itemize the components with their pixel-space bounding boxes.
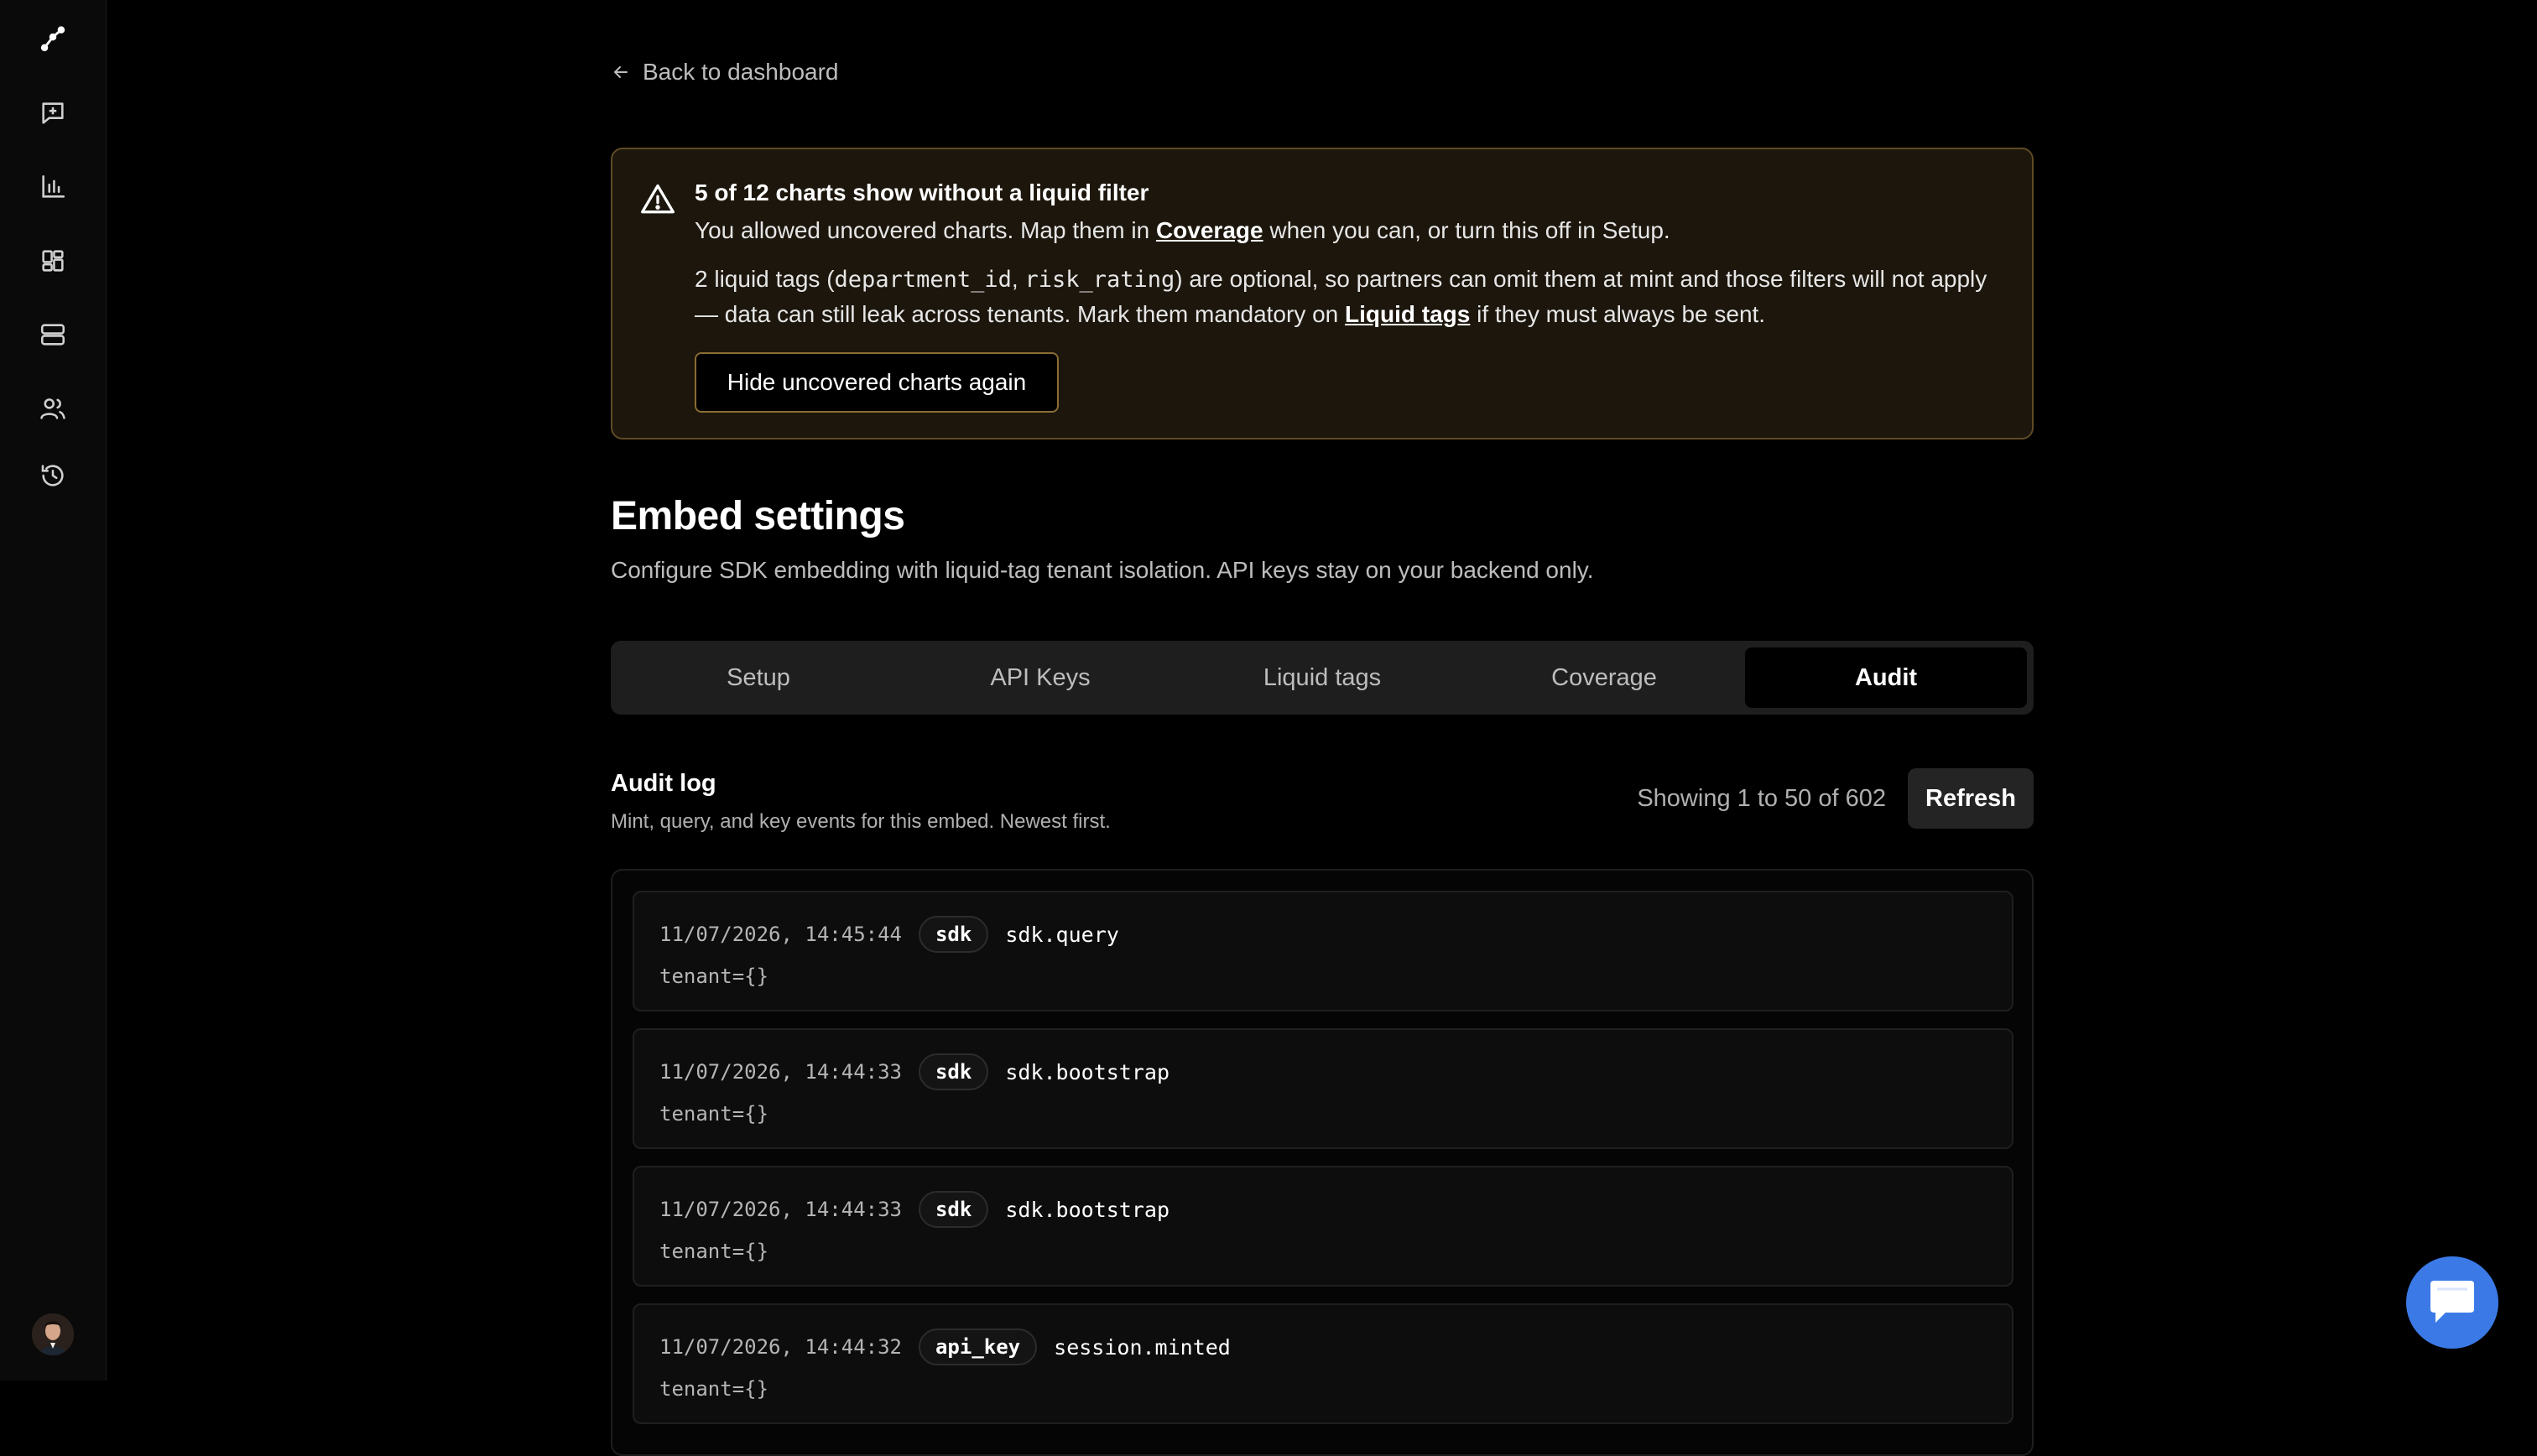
warning-title: 5 of 12 charts show without a liquid fil… <box>695 179 1149 205</box>
warning-text: You allowed uncovered charts. Map them i… <box>695 217 1156 243</box>
uncovered-charts-warning: 5 of 12 charts show without a liquid fil… <box>611 148 2034 439</box>
back-to-dashboard-link[interactable]: Back to dashboard <box>611 55 839 89</box>
entry-source-badge: sdk <box>918 1053 989 1090</box>
audit-log-entry[interactable]: 11/07/2026, 14:44:33 sdk sdk.bootstrap t… <box>633 1028 2013 1149</box>
coverage-link[interactable]: Coverage <box>1156 217 1263 243</box>
dashboard-grid-icon[interactable] <box>34 242 72 280</box>
warning-text: if they must always be sent. <box>1470 301 1766 327</box>
chat-bubble-icon <box>2430 1281 2474 1323</box>
tab-setup[interactable]: Setup <box>617 647 899 708</box>
warning-line-2: 2 liquid tags (department_id, risk_ratin… <box>695 262 2003 331</box>
entry-source-badge: api_key <box>918 1329 1038 1365</box>
audit-log-entry[interactable]: 11/07/2026, 14:44:32 api_key session.min… <box>633 1303 2013 1424</box>
entry-detail: tenant={} <box>659 1102 769 1126</box>
audit-log-entry[interactable]: 11/07/2026, 14:44:33 sdk sdk.bootstrap t… <box>633 1166 2013 1287</box>
entry-detail: tenant={} <box>659 965 769 988</box>
liquid-tag-risk-rating: risk_rating <box>1024 267 1175 293</box>
audit-log-list: 11/07/2026, 14:45:44 sdk sdk.query tenan… <box>611 869 2034 1456</box>
hide-uncovered-charts-button[interactable]: Hide uncovered charts again <box>695 352 1059 413</box>
warning-text: when you can, or turn this off in Setup. <box>1263 217 1670 243</box>
entry-timestamp: 11/07/2026, 14:44:33 <box>659 1198 902 1221</box>
settings-tabs: Setup API Keys Liquid tags Coverage Audi… <box>611 641 2034 715</box>
entry-source-badge: sdk <box>918 916 989 953</box>
audit-log-subtitle: Mint, query, and key events for this emb… <box>611 810 1111 833</box>
message-plus-icon[interactable] <box>34 94 72 133</box>
pagination-status: Showing 1 to 50 of 602 <box>1637 785 1886 812</box>
warning-text: 2 liquid tags ( <box>695 266 835 292</box>
entry-detail: tenant={} <box>659 1377 769 1401</box>
sidebar <box>0 0 107 1381</box>
entry-event: sdk.query <box>1005 922 1119 947</box>
entry-event: sdk.bootstrap <box>1005 1197 1170 1222</box>
entry-timestamp: 11/07/2026, 14:45:44 <box>659 923 902 946</box>
warning-line-1: You allowed uncovered charts. Map them i… <box>695 213 2003 247</box>
entry-timestamp: 11/07/2026, 14:44:33 <box>659 1060 902 1084</box>
entry-timestamp: 11/07/2026, 14:44:32 <box>659 1335 902 1359</box>
tab-api-keys[interactable]: API Keys <box>899 647 1181 708</box>
users-icon[interactable] <box>34 389 72 428</box>
liquid-tag-department-id: department_id <box>834 267 1012 293</box>
entry-event: session.minted <box>1054 1334 1231 1360</box>
audit-log-entry[interactable]: 11/07/2026, 14:45:44 sdk sdk.query tenan… <box>633 891 2013 1011</box>
refresh-button[interactable]: Refresh <box>1908 768 2034 829</box>
warning-text: , <box>1011 266 1025 292</box>
tab-audit[interactable]: Audit <box>1745 647 2027 708</box>
database-icon[interactable] <box>34 315 72 354</box>
page-subtitle: Configure SDK embedding with liquid-tag … <box>611 557 1594 583</box>
audit-log-title: Audit log <box>611 770 716 797</box>
user-avatar[interactable] <box>32 1313 74 1355</box>
bar-chart-icon[interactable] <box>34 168 72 206</box>
chat-support-button[interactable] <box>2406 1256 2498 1349</box>
entry-event: sdk.bootstrap <box>1005 1059 1170 1084</box>
tab-liquid-tags[interactable]: Liquid tags <box>1181 647 1463 708</box>
liquid-tags-link[interactable]: Liquid tags <box>1345 301 1470 327</box>
tab-coverage[interactable]: Coverage <box>1463 647 1745 708</box>
entry-detail: tenant={} <box>659 1240 769 1263</box>
graph-nodes-icon[interactable] <box>34 20 72 59</box>
arrow-left-icon <box>614 66 628 78</box>
history-icon[interactable] <box>34 456 72 495</box>
page-title: Embed settings <box>611 494 905 538</box>
back-link-label: Back to dashboard <box>643 59 839 85</box>
warning-triangle-icon <box>641 184 675 214</box>
entry-source-badge: sdk <box>918 1191 989 1228</box>
